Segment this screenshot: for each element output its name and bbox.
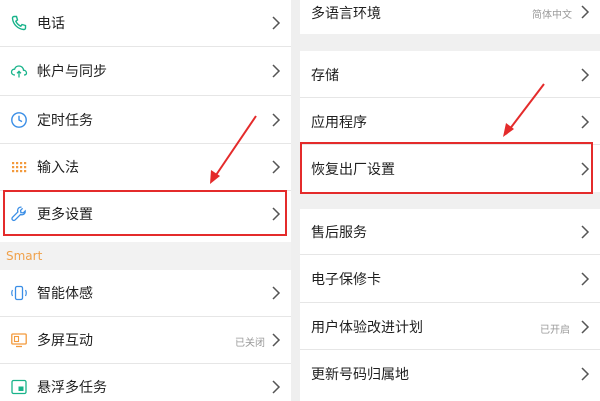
settings-item-label: 售后服务 bbox=[311, 225, 367, 241]
chevron-right-icon bbox=[581, 162, 590, 176]
settings-item-user-experience[interactable]: 用户体验改进计划 已开启 bbox=[300, 303, 600, 349]
settings-item-scheduled-tasks[interactable]: 定时任务 bbox=[0, 96, 291, 143]
settings-item-label: 应用程序 bbox=[311, 115, 367, 131]
settings-item-after-sales[interactable]: 售后服务 bbox=[300, 209, 600, 254]
settings-item-label: 多屏互动 bbox=[37, 333, 93, 349]
settings-item-label: 用户体验改进计划 bbox=[311, 320, 423, 336]
phone-gesture-icon bbox=[10, 284, 28, 302]
section-gap bbox=[300, 34, 600, 51]
chevron-right-icon bbox=[272, 160, 281, 174]
settings-item-language[interactable]: 多语言环境 简体中文 bbox=[300, 0, 600, 34]
settings-item-label: 悬浮多任务 bbox=[37, 380, 107, 396]
panel-separator bbox=[291, 0, 300, 401]
chevron-right-icon bbox=[581, 68, 590, 82]
settings-item-label: 存储 bbox=[311, 68, 339, 84]
settings-item-update-number-location[interactable]: 更新号码归属地 bbox=[300, 350, 600, 396]
settings-item-label: 定时任务 bbox=[37, 113, 93, 129]
phone-icon bbox=[10, 14, 28, 32]
settings-item-input-method[interactable]: 输入法 bbox=[0, 144, 291, 190]
settings-item-phone[interactable]: 电话 bbox=[0, 0, 291, 46]
floating-window-icon bbox=[10, 378, 28, 396]
chevron-right-icon bbox=[581, 367, 590, 381]
multi-screen-icon bbox=[10, 331, 28, 349]
settings-item-e-warranty[interactable]: 电子保修卡 bbox=[300, 255, 600, 302]
settings-item-label: 多语言环境 bbox=[311, 6, 381, 22]
chevron-right-icon bbox=[272, 16, 281, 30]
chevron-right-icon bbox=[581, 5, 590, 19]
left-settings-panel: 电话 帐户与同步 定时任务 输入法 更多设置 Smart 智能体感 多屏互动 已… bbox=[0, 0, 291, 401]
smart-section-title: Smart bbox=[6, 249, 43, 263]
chevron-right-icon bbox=[581, 320, 590, 334]
settings-item-more-settings[interactable]: 更多设置 bbox=[0, 191, 291, 237]
settings-item-multi-screen[interactable]: 多屏互动 已关闭 bbox=[0, 317, 291, 363]
settings-item-label: 智能体感 bbox=[37, 286, 93, 302]
settings-item-applications[interactable]: 应用程序 bbox=[300, 98, 600, 144]
status-value: 已关闭 bbox=[235, 338, 265, 349]
settings-item-smart-motion[interactable]: 智能体感 bbox=[0, 270, 291, 316]
chevron-right-icon bbox=[272, 64, 281, 78]
keyboard-icon bbox=[10, 158, 28, 176]
chevron-right-icon bbox=[581, 115, 590, 129]
settings-item-label: 更多设置 bbox=[37, 207, 93, 223]
settings-item-floating-multitask[interactable]: 悬浮多任务 bbox=[0, 364, 291, 401]
settings-item-account-sync[interactable]: 帐户与同步 bbox=[0, 47, 291, 95]
chevron-right-icon bbox=[581, 272, 590, 286]
section-gap bbox=[300, 192, 600, 209]
settings-item-label: 输入法 bbox=[37, 160, 79, 176]
chevron-right-icon bbox=[272, 333, 281, 347]
chevron-right-icon bbox=[272, 113, 281, 127]
settings-item-factory-reset[interactable]: 恢复出厂设置 bbox=[300, 145, 600, 192]
cloud-sync-icon bbox=[10, 62, 28, 80]
right-settings-panel: 多语言环境 简体中文 存储 应用程序 恢复出厂设置 售后服务 电子保修卡 用户体… bbox=[300, 0, 600, 401]
settings-item-storage[interactable]: 存储 bbox=[300, 51, 600, 97]
settings-item-label: 电话 bbox=[37, 16, 65, 32]
smart-section-header: Smart bbox=[0, 242, 291, 270]
status-value: 简体中文 bbox=[532, 10, 572, 21]
chevron-right-icon bbox=[272, 286, 281, 300]
chevron-right-icon bbox=[272, 207, 281, 221]
chevron-right-icon bbox=[581, 225, 590, 239]
status-value: 已开启 bbox=[540, 325, 570, 336]
settings-item-label: 恢复出厂设置 bbox=[311, 162, 395, 178]
settings-item-label: 电子保修卡 bbox=[311, 272, 381, 288]
wrench-icon bbox=[10, 205, 28, 223]
settings-item-label: 更新号码归属地 bbox=[311, 367, 409, 383]
clock-icon bbox=[10, 111, 28, 129]
chevron-right-icon bbox=[272, 380, 281, 394]
settings-item-label: 帐户与同步 bbox=[37, 64, 107, 80]
